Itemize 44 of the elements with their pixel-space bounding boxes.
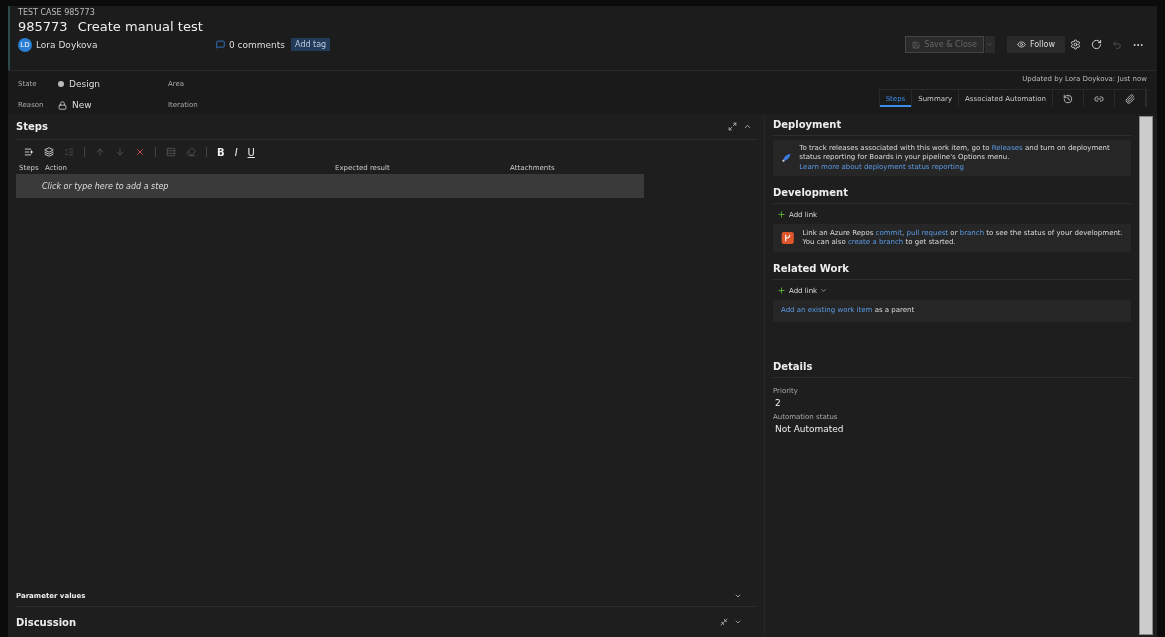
step-input[interactable]: Click or type here to add a step bbox=[16, 174, 644, 198]
field-value[interactable]: Design bbox=[58, 79, 168, 89]
section-title: Details bbox=[773, 360, 813, 372]
settings-icon bbox=[1070, 39, 1081, 50]
eye-icon bbox=[1016, 40, 1026, 49]
chevron-down-icon bbox=[820, 287, 828, 295]
plus-icon bbox=[777, 286, 786, 296]
section-title: Steps bbox=[16, 121, 48, 132]
add-tag-button[interactable]: Add tag bbox=[291, 38, 331, 51]
insert-step-icon[interactable] bbox=[24, 147, 34, 157]
state-dot-icon bbox=[58, 81, 64, 87]
format-button[interactable]: B bbox=[217, 146, 225, 158]
comment-icon bbox=[216, 40, 225, 49]
collapse-icon[interactable] bbox=[743, 122, 752, 131]
stack-icon[interactable] bbox=[44, 147, 54, 157]
scrollbar[interactable] bbox=[1139, 116, 1153, 635]
chevron-down-icon bbox=[986, 41, 994, 48]
section-title: Discussion bbox=[16, 616, 77, 628]
assignee-name[interactable]: Lora Doykova bbox=[36, 39, 216, 50]
undo-icon bbox=[1112, 39, 1122, 50]
chevron-down-icon[interactable] bbox=[734, 618, 742, 626]
section-title: Development bbox=[773, 187, 848, 199]
field-value[interactable]: Not Automated bbox=[773, 423, 1131, 434]
format-button[interactable]: I bbox=[234, 146, 238, 158]
format-button[interactable]: U bbox=[247, 146, 255, 158]
field-value[interactable]: 2 bbox=[773, 397, 1131, 408]
expand-icon[interactable] bbox=[728, 122, 737, 131]
comments-link[interactable]: 0 comments bbox=[216, 39, 286, 50]
work-item-id: 985773 bbox=[18, 19, 68, 34]
section-title: Related Work bbox=[773, 263, 849, 275]
link-icon bbox=[1094, 93, 1104, 104]
expand-icon[interactable] bbox=[720, 618, 728, 626]
work-item-title: Create manual test bbox=[77, 19, 203, 34]
follow-button[interactable]: Follow bbox=[1006, 36, 1065, 53]
save-icon bbox=[912, 40, 921, 49]
delete-icon[interactable] bbox=[135, 147, 145, 157]
history-icon bbox=[1063, 93, 1073, 104]
refresh-icon bbox=[1091, 39, 1102, 50]
field-value[interactable]: New bbox=[58, 100, 168, 110]
section-title: Deployment bbox=[773, 119, 842, 130]
work-item-type: TEST CASE 985773 bbox=[18, 8, 96, 17]
paperclip-icon bbox=[1125, 93, 1135, 104]
lock-icon bbox=[58, 100, 67, 110]
plus-icon bbox=[777, 210, 786, 220]
